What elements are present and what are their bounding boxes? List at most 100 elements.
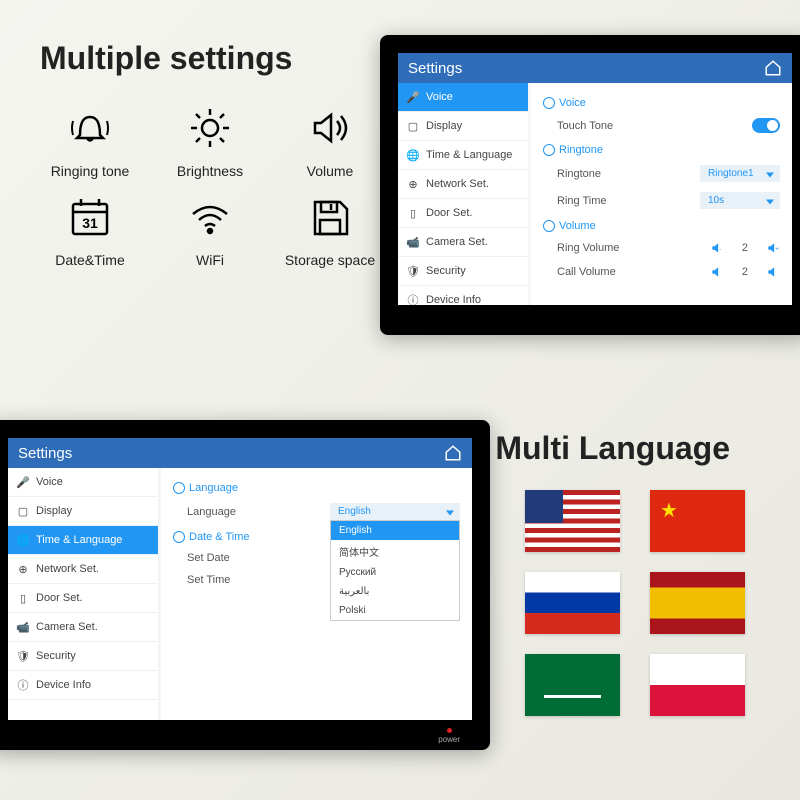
flag-pl xyxy=(650,654,745,716)
floppy-icon xyxy=(303,189,358,244)
feature-date-time: 31 Date&Time xyxy=(35,189,145,268)
sidebar-item-voice[interactable]: 🎤Voice xyxy=(8,468,158,497)
globe-icon: 🌐 xyxy=(406,148,420,162)
sidebar-item-door[interactable]: ▯Door Set. xyxy=(8,584,158,613)
set-date-label: Set Date xyxy=(187,552,230,564)
section-language: Language xyxy=(173,482,460,494)
sidebar-item-time-language[interactable]: 🌐Time & Language xyxy=(8,526,158,555)
home-icon[interactable] xyxy=(444,444,462,462)
svg-text:31: 31 xyxy=(82,215,98,231)
language-option[interactable]: Русский xyxy=(331,563,459,582)
tablet-device-2: Settings 🎤Voice ▢Display 🌐Time & Languag… xyxy=(0,420,490,750)
set-time-label: Set Time xyxy=(187,574,230,586)
svg-text:+: + xyxy=(775,246,779,252)
heading-multiple-settings: Multiple settings xyxy=(40,40,292,77)
flag-es xyxy=(650,572,745,634)
display-icon: ▢ xyxy=(406,119,420,133)
screen-header: Settings xyxy=(398,53,792,83)
sidebar-item-security[interactable]: 🛡Security xyxy=(8,642,158,671)
flag-cn xyxy=(650,490,745,552)
row-call-volume: Call Volume 2 xyxy=(543,260,780,284)
info-icon: ⓘ xyxy=(406,293,420,305)
sidebar-item-device-info[interactable]: ⓘDevice Info xyxy=(398,286,528,305)
display-icon: ▢ xyxy=(16,504,30,518)
row-touch-tone: Touch Tone xyxy=(543,113,780,138)
feature-volume: Volume xyxy=(275,100,385,179)
touch-tone-label: Touch Tone xyxy=(557,120,613,132)
power-indicator: power xyxy=(438,728,460,744)
volume-up-icon[interactable] xyxy=(766,265,780,279)
network-icon: ⊕ xyxy=(406,177,420,191)
section-volume: Volume xyxy=(543,220,780,232)
screen-header: Settings xyxy=(8,438,472,468)
settings-content: Voice Touch Tone Ringtone Ringtone Ringt… xyxy=(531,83,792,305)
network-icon: ⊕ xyxy=(16,562,30,576)
voice-icon: 🎤 xyxy=(16,475,30,489)
feature-label: Brightness xyxy=(177,163,243,179)
settings-screen-voice: Settings 🎤Voice ▢Display 🌐Time & Languag… xyxy=(398,53,792,305)
flag-grid xyxy=(525,490,745,716)
bell-icon xyxy=(63,100,118,155)
speaker-icon xyxy=(303,100,358,155)
ring-time-select[interactable]: 10s xyxy=(700,192,780,209)
sidebar-item-display[interactable]: ▢Display xyxy=(398,112,528,141)
row-ring-volume: Ring Volume - 2 + xyxy=(543,236,780,260)
feature-label: Storage space xyxy=(285,252,375,268)
sidebar-item-display[interactable]: ▢Display xyxy=(8,497,158,526)
language-label: Language xyxy=(187,506,236,518)
camera-icon: 📹 xyxy=(406,235,420,249)
call-volume-value: 2 xyxy=(742,266,748,278)
home-icon[interactable] xyxy=(764,59,782,77)
sidebar-item-device-info[interactable]: ⓘDevice Info xyxy=(8,671,158,700)
sidebar-item-voice[interactable]: 🎤Voice xyxy=(398,83,528,112)
door-icon: ▯ xyxy=(16,591,30,605)
shield-icon: 🛡 xyxy=(406,264,420,278)
flag-us xyxy=(525,490,620,552)
voice-icon: 🎤 xyxy=(406,90,420,104)
feature-brightness: Brightness xyxy=(155,100,265,179)
touch-tone-toggle[interactable] xyxy=(752,118,780,133)
section-ringtone: Ringtone xyxy=(543,144,780,156)
sidebar-item-camera[interactable]: 📹Camera Set. xyxy=(398,228,528,257)
feature-label: Volume xyxy=(307,163,354,179)
door-icon: ▯ xyxy=(406,206,420,220)
section-voice: Voice xyxy=(543,97,780,109)
volume-down-icon[interactable] xyxy=(710,265,724,279)
feature-label: WiFi xyxy=(196,252,224,268)
language-option[interactable]: بالعربية xyxy=(331,582,459,601)
sidebar-item-time-language[interactable]: 🌐Time & Language xyxy=(398,141,528,170)
ring-time-label: Ring Time xyxy=(557,195,607,207)
volume-down-icon[interactable]: - xyxy=(710,241,724,255)
language-select[interactable]: English English 简体中文 Русский بالعربية Po… xyxy=(330,503,460,520)
language-option[interactable]: English xyxy=(331,521,459,540)
feature-ringing-tone: Ringing tone xyxy=(35,100,145,179)
sidebar-item-security[interactable]: 🛡Security xyxy=(398,257,528,286)
svg-text:-: - xyxy=(719,246,721,252)
camera-icon: 📹 xyxy=(16,620,30,634)
language-option[interactable]: Polski xyxy=(331,601,459,620)
settings-sidebar: 🎤Voice ▢Display 🌐Time & Language ⊕Networ… xyxy=(8,468,158,720)
sidebar-item-camera[interactable]: 📹Camera Set. xyxy=(8,613,158,642)
header-title: Settings xyxy=(18,445,72,462)
feature-grid: Ringing tone Brightness Volume xyxy=(35,100,385,268)
info-icon: ⓘ xyxy=(16,678,30,692)
globe-icon: 🌐 xyxy=(16,533,30,547)
wifi-icon xyxy=(183,189,238,244)
sidebar-item-network[interactable]: ⊕Network Set. xyxy=(398,170,528,199)
row-language: Language English English 简体中文 Русский با… xyxy=(173,498,460,525)
feature-wifi: WiFi xyxy=(155,189,265,268)
heading-multi-language: Multi Language xyxy=(495,430,730,467)
feature-label: Ringing tone xyxy=(51,163,130,179)
feature-storage: Storage space xyxy=(275,189,385,268)
volume-up-icon[interactable]: + xyxy=(766,241,780,255)
ringtone-label: Ringtone xyxy=(557,168,601,180)
flag-ru xyxy=(525,572,620,634)
sidebar-item-network[interactable]: ⊕Network Set. xyxy=(8,555,158,584)
sidebar-item-door[interactable]: ▯Door Set. xyxy=(398,199,528,228)
ringtone-select[interactable]: Ringtone1 xyxy=(700,165,780,182)
settings-content: Language Language English English 简体中文 Р… xyxy=(161,468,472,720)
calendar-icon: 31 xyxy=(63,189,118,244)
feature-label: Date&Time xyxy=(55,252,125,268)
tablet-device-1: Settings 🎤Voice ▢Display 🌐Time & Languag… xyxy=(380,35,800,335)
language-option[interactable]: 简体中文 xyxy=(331,540,459,563)
